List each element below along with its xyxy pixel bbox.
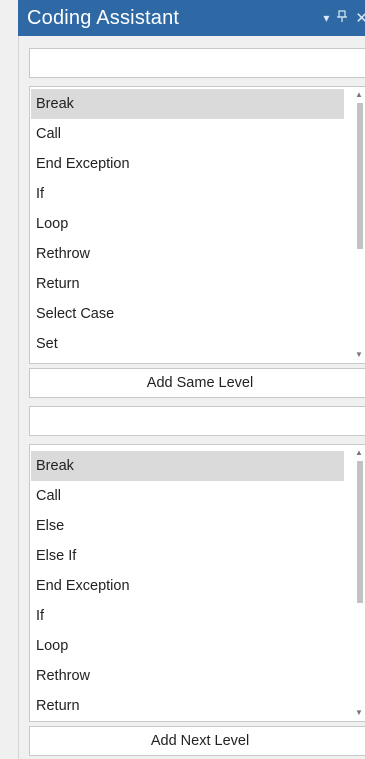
list-item-end-exception[interactable]: End Exception xyxy=(31,571,344,601)
list-item-select-case[interactable]: Select Case xyxy=(31,299,344,329)
tool-window-titlebar: Coding Assistant ▾ ✕ xyxy=(18,0,365,36)
scroll-up-icon[interactable]: ▲ xyxy=(354,448,364,458)
list-item-call[interactable]: Call xyxy=(31,481,344,511)
titlebar-controls: ▾ ✕ xyxy=(323,0,365,36)
close-icon[interactable]: ✕ xyxy=(355,9,365,27)
list-item-if[interactable]: If xyxy=(31,601,344,631)
scroll-thumb[interactable] xyxy=(357,461,363,603)
window-title: Coding Assistant xyxy=(27,6,180,29)
list-item-end-exception[interactable]: End Exception xyxy=(31,149,344,179)
window-options-dropdown-icon[interactable]: ▾ xyxy=(323,0,329,36)
pin-icon-svg xyxy=(337,10,348,22)
list-item-if[interactable]: If xyxy=(31,179,344,209)
scroll-down-icon[interactable]: ▼ xyxy=(354,350,364,360)
next-level-search-field[interactable] xyxy=(29,406,365,436)
next-level-list-scrollbar[interactable]: ▲ ▼ xyxy=(350,445,365,721)
list-item-return[interactable]: Return xyxy=(31,691,344,721)
same-level-list-scrollbar[interactable]: ▲ ▼ xyxy=(350,87,365,363)
list-item-loop[interactable]: Loop xyxy=(31,209,344,239)
pin-icon[interactable] xyxy=(337,0,348,36)
list-item-set[interactable]: Set xyxy=(31,329,344,359)
list-item-else-if[interactable]: Else If xyxy=(31,541,344,571)
scroll-thumb[interactable] xyxy=(357,103,363,249)
list-item-else[interactable]: Else xyxy=(31,511,344,541)
list-item-break[interactable]: Break xyxy=(31,89,344,119)
scroll-up-icon[interactable]: ▲ xyxy=(354,90,364,100)
next-level-search-input[interactable] xyxy=(30,407,365,435)
list-item-return[interactable]: Return xyxy=(31,269,344,299)
next-level-list[interactable]: Break Call Else Else If End Exception If… xyxy=(29,444,365,722)
add-same-level-button[interactable]: Add Same Level xyxy=(29,368,365,398)
list-item-loop[interactable]: Loop xyxy=(31,631,344,661)
coding-assistant-panel: Break Call End Exception If Loop Rethrow… xyxy=(18,36,365,759)
list-item-call[interactable]: Call xyxy=(31,119,344,149)
scroll-down-icon[interactable]: ▼ xyxy=(354,708,364,718)
same-level-search-field[interactable] xyxy=(29,48,365,78)
list-item-rethrow[interactable]: Rethrow xyxy=(31,661,344,691)
list-item-break[interactable]: Break xyxy=(31,451,344,481)
same-level-search-input[interactable] xyxy=(30,49,365,77)
list-item-rethrow[interactable]: Rethrow xyxy=(31,239,344,269)
same-level-list[interactable]: Break Call End Exception If Loop Rethrow… xyxy=(29,86,365,364)
add-next-level-button[interactable]: Add Next Level xyxy=(29,726,365,756)
